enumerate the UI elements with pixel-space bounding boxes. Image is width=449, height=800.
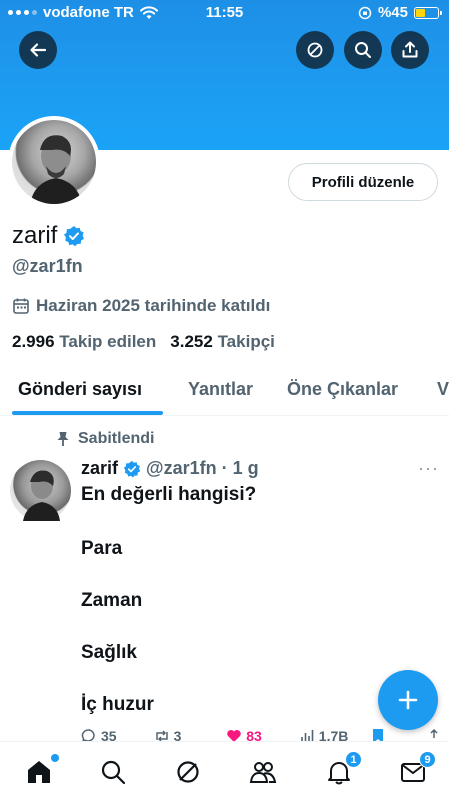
search-icon	[355, 42, 371, 58]
home-unread-dot	[51, 754, 59, 762]
tab-posts[interactable]: Gönderi sayısı	[18, 379, 142, 400]
profile-tabs: Gönderi sayısı Yanıtlar Öne Çıkanlar V	[0, 362, 449, 416]
followers-count: 3.252	[170, 332, 213, 351]
joined-date-row: Haziran 2025 tarihinde katıldı	[12, 296, 270, 316]
plus-icon	[398, 690, 418, 710]
followers-link[interactable]: 3.252 Takipçi	[170, 332, 275, 352]
battery-icon	[414, 6, 442, 19]
home-icon	[28, 761, 50, 783]
battery-percent: %45	[377, 4, 408, 21]
avatar-image	[12, 120, 96, 204]
following-label: Takip edilen	[59, 332, 157, 351]
joined-date: Haziran 2025 tarihinde katıldı	[36, 296, 271, 315]
nav-communities[interactable]	[248, 757, 278, 787]
arrow-left-icon	[30, 43, 47, 57]
verified-badge-icon[interactable]	[63, 225, 85, 247]
following-link[interactable]: 2.996 Takip edilen	[12, 332, 156, 352]
post-text-line: Para	[81, 538, 123, 559]
back-button[interactable]	[19, 31, 57, 69]
status-bar: vodafone TR 11:55 %45	[0, 0, 449, 26]
post-author-name[interactable]: zarif	[81, 458, 118, 479]
nav-home[interactable]	[24, 754, 59, 787]
calendar-icon	[13, 298, 29, 314]
tab-partial[interactable]: V	[437, 379, 449, 400]
search-button[interactable]	[344, 31, 382, 69]
followers-label: Takipçi	[217, 332, 275, 351]
post-author-avatar[interactable]	[10, 460, 71, 521]
compose-button[interactable]	[378, 670, 438, 730]
post-text-line: En değerli hangisi?	[81, 484, 257, 505]
profile-name: zarif	[12, 222, 58, 249]
grok-icon	[177, 761, 199, 783]
grok-icon	[307, 42, 323, 58]
messages-badge: 9	[419, 751, 436, 768]
post-more-button[interactable]: ···	[418, 458, 439, 479]
share-button[interactable]	[391, 31, 429, 69]
post-text-line: İç huzur	[81, 694, 154, 715]
verified-badge-icon	[123, 460, 141, 477]
post-text-line: Sağlık	[81, 642, 137, 663]
nav-messages[interactable]: 9	[398, 751, 436, 787]
communities-icon	[249, 762, 277, 783]
profile-name-row: zarif	[12, 222, 85, 250]
post-header: zarif @zar1fn · 1 g	[81, 458, 259, 479]
follow-stats: 2.996 Takip edilen 3.252 Takipçi	[12, 332, 275, 352]
nav-notifications[interactable]: 1	[324, 751, 362, 787]
post-handle-time: @zar1fn · 1 g	[146, 458, 259, 478]
post-text-line: Zaman	[81, 590, 143, 611]
orientation-lock-icon	[358, 6, 372, 19]
search-icon	[101, 760, 126, 785]
nav-search[interactable]	[98, 757, 128, 787]
grok-button[interactable]	[296, 31, 334, 69]
notifications-badge: 1	[345, 751, 362, 768]
tab-replies[interactable]: Yanıtlar	[188, 379, 253, 400]
tab-highlights[interactable]: Öne Çıkanlar	[287, 379, 398, 400]
pinned-label: Sabitlendi	[78, 430, 155, 447]
pin-icon	[57, 432, 69, 446]
pinned-label-row: Sabitlendi	[56, 430, 154, 448]
active-tab-indicator	[12, 411, 163, 415]
profile-handle: @zar1fn	[12, 256, 83, 276]
status-right: %45	[358, 4, 442, 21]
profile-avatar[interactable]	[8, 116, 100, 208]
following-count: 2.996	[12, 332, 55, 351]
bottom-nav: 1 9	[0, 741, 449, 800]
share-icon	[402, 41, 418, 58]
nav-grok[interactable]	[173, 757, 203, 787]
edit-profile-button[interactable]: Profili düzenle	[288, 163, 438, 201]
